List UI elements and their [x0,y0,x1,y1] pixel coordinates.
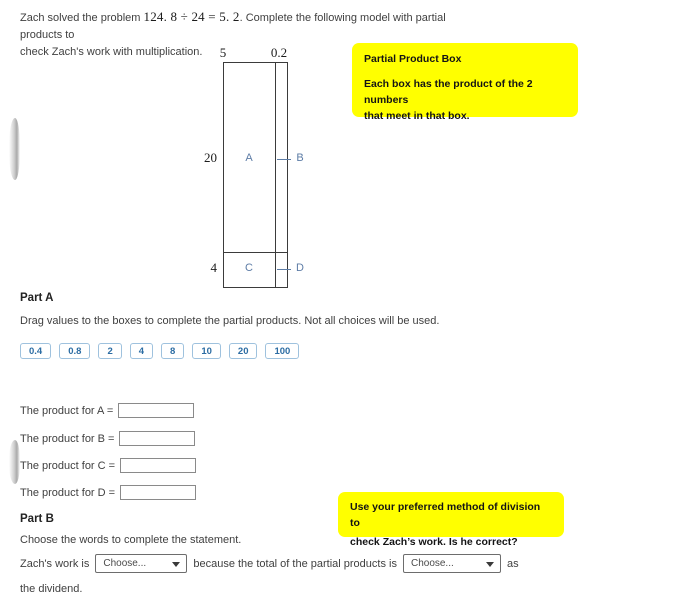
leader-line-d [277,269,291,270]
chevron-down-icon [172,561,181,567]
callout-top-body-line2: that meet in that box. [364,110,470,122]
cell-label-d: D [296,262,304,274]
part-a-heading: Part A [20,292,54,304]
math-expression: 124. 8 ÷ 24 = 5. 2 [143,9,240,24]
area-model-horizontal-divider [223,252,288,253]
select-comparison[interactable]: Choose... [402,554,501,573]
intro-text-before: Zach solved the problem [20,12,144,24]
statement-text-before: Zach's work is [20,557,90,570]
select-comparison-value: Choose... [410,558,454,569]
product-row-c: The product for C = [20,458,197,473]
part-b-instruction: Choose the words to complete the stateme… [20,534,242,546]
product-label-a: The product for A = [20,404,114,417]
page-curl-artifact-top [9,118,20,180]
drag-chip[interactable]: 0.8 [59,343,91,359]
product-row-a: The product for A = [20,403,195,418]
dimension-top-5: 5 [219,45,227,60]
dimension-left-20: 20 [204,150,217,165]
area-model-rectangle [223,62,288,288]
callout-check-work: Use your preferred method of division to… [338,492,564,548]
drag-chip[interactable]: 4 [129,343,154,359]
drag-chip[interactable]: 100 [265,343,300,359]
chevron-down-icon [485,561,494,567]
dimension-left-4: 4 [210,260,218,275]
part-b-heading: Part B [20,513,54,525]
leader-line-b [277,159,291,160]
page-curl-artifact-bottom [9,440,20,484]
cell-label-b: B [296,152,304,164]
product-dropzone-c[interactable] [120,458,197,473]
cell-label-c: C [245,262,253,274]
product-row-d: The product for D = [20,485,197,500]
area-model-vertical-divider [275,62,276,288]
dimension-top-0point2: 0.2 [270,45,288,60]
drag-chip[interactable]: 20 [228,343,258,359]
drag-chip[interactable]: 2 [98,343,122,359]
callout-partial-product-box: Partial Product Box Each box has the pro… [352,43,578,122]
product-label-d: The product for D = [20,486,116,499]
select-correctness-value: Choose... [103,558,147,569]
callout-top-body-line1: Each box has the product of the 2 number… [364,78,533,106]
select-correctness[interactable]: Choose... [95,554,188,573]
statement-text-after: as [506,557,519,570]
product-label-b: The product for B = [20,432,115,445]
area-model-diagram: 5 0.2 20 4 A B C D [185,45,365,300]
product-dropzone-d[interactable] [120,485,197,500]
product-dropzone-b[interactable] [119,431,196,446]
part-b-statement: Zach's work is Choose... because the tot… [20,554,519,573]
product-dropzone-a[interactable] [118,403,195,418]
statement-text-middle: because the total of the partial product… [193,557,397,570]
drag-chip[interactable]: 8 [161,343,185,359]
callout-bottom-line1: Use your preferred method of division to [350,501,541,529]
drag-choice-list: 0.4 0.8 2 4 8 10 20 100 [20,343,300,359]
product-label-c: The product for C = [20,459,116,472]
callout-top-title: Partial Product Box [364,53,462,65]
callout-bottom-line2: check Zach’s work. Is he correct? [350,536,518,548]
product-row-b: The product for B = [20,431,196,446]
drag-chip[interactable]: 10 [192,343,221,359]
cell-label-a: A [245,152,253,164]
part-a-instruction: Drag values to the boxes to complete the… [20,315,440,327]
statement-tail: the dividend. [20,583,83,595]
drag-chip[interactable]: 0.4 [20,343,52,359]
